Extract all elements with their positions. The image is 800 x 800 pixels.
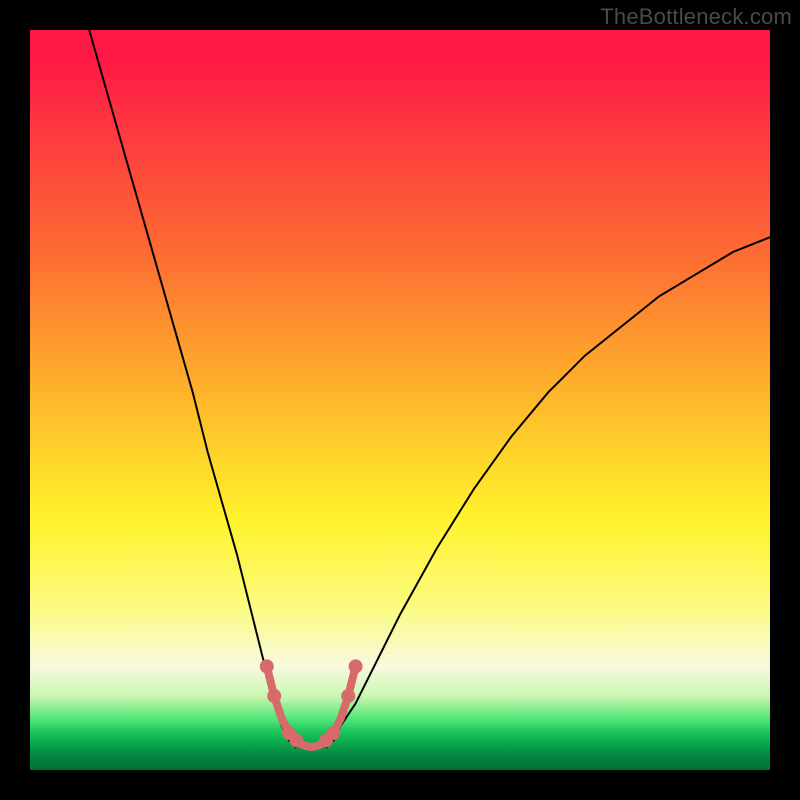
chart-frame: TheBottleneck.com — [0, 0, 800, 800]
bottom-trace-dot — [260, 659, 274, 673]
bottom-trace-dot — [267, 689, 281, 703]
bottom-trace-dot — [326, 726, 340, 740]
series-bottom-trace — [267, 666, 356, 747]
bottom-trace-dot — [341, 689, 355, 703]
chart-svg — [30, 30, 770, 770]
watermark-text: TheBottleneck.com — [600, 4, 792, 30]
bottom-trace-dot — [349, 659, 363, 673]
series-left-branch — [89, 30, 296, 748]
chart-plot-area — [30, 30, 770, 770]
series-right-branch — [326, 237, 770, 748]
bottom-trace-dot — [289, 733, 303, 747]
